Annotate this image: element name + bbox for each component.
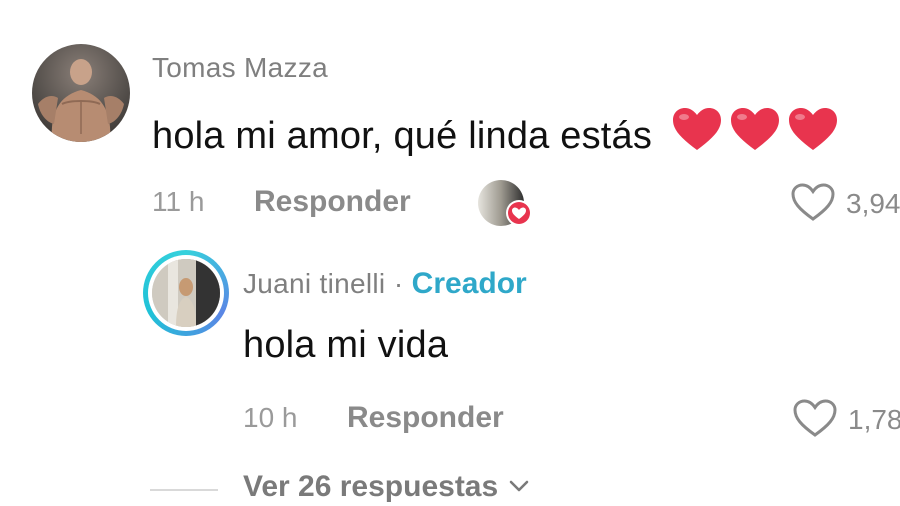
red-heart-icon [672,108,837,150]
creator-liked-badge [506,200,532,226]
creator-tag: Creador [411,267,527,300]
reply-avatar-border [148,255,224,331]
comment-body: hola mi amor, qué linda estás [152,115,653,157]
person-photo-icon [152,259,220,327]
reply-username[interactable]: Juani tinelli [243,268,385,299]
reply-reply-button[interactable]: Responder [347,401,504,435]
commenter-avatar[interactable] [32,44,130,142]
chevron-down-icon [509,480,528,492]
comment-like-button[interactable] [790,182,836,227]
reply-separator: · [393,268,404,299]
comment-timestamp: 11 h [152,186,205,217]
reply-timestamp: 10 h [243,402,298,433]
commenter-username[interactable]: Tomas Mazza [152,52,328,84]
reply-avatar[interactable] [143,250,229,336]
reply-avatar-image [152,259,220,327]
comment-thread: Tomas Mazza hola mi amor, qué linda está… [0,0,900,506]
reply-text: hola mi vida [243,324,449,366]
reply-header: Juani tinelli · Creador [243,267,527,301]
reply-like-count: 1,78 [848,404,900,435]
muscular-person-icon [38,59,124,142]
view-replies-button[interactable]: Ver 26 respuestas [243,470,531,504]
reply-like-button[interactable] [792,398,838,443]
comment-reply-button[interactable]: Responder [254,185,411,219]
heart-badge-icon [508,202,530,224]
view-replies-label: Ver 26 respuestas [243,470,499,503]
heart-outline-icon [791,183,835,221]
heart-emojis [671,106,839,164]
heart-outline-icon [793,399,837,437]
comment-text: hola mi amor, qué linda estás [152,106,839,164]
comment-like-count: 3,94 [846,188,900,219]
thread-divider [150,489,218,491]
